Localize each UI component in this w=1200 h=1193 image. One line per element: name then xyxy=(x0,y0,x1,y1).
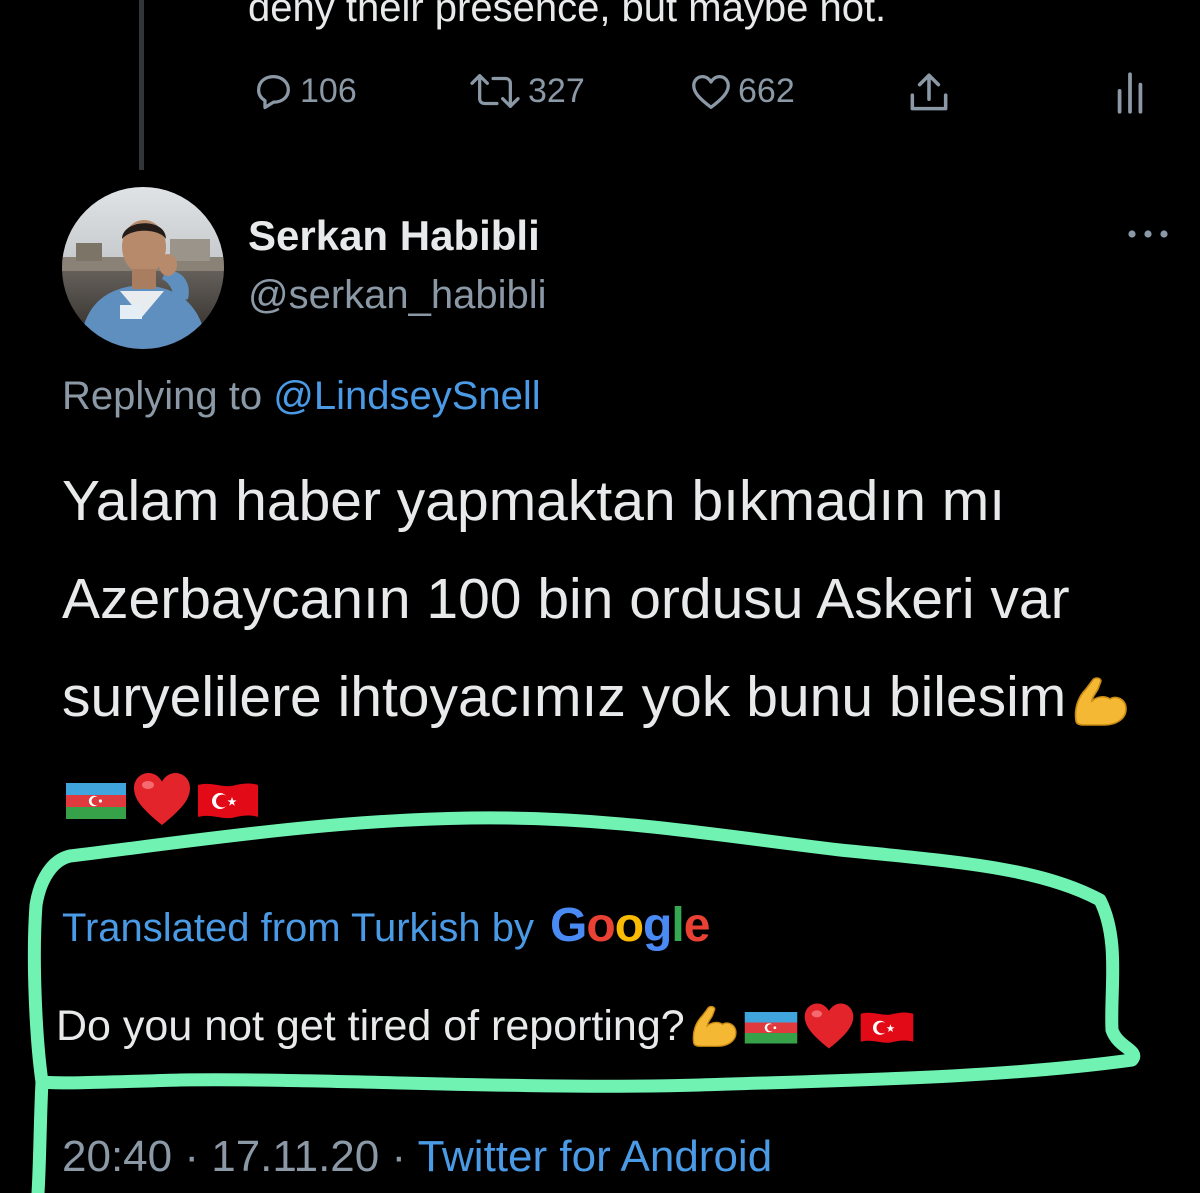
retweet-button[interactable]: 327 xyxy=(466,68,585,114)
share-button[interactable] xyxy=(904,68,954,118)
translated-text-body: Do you not get tired of reporting? xyxy=(56,1001,685,1050)
like-count: 662 xyxy=(738,71,795,110)
red-heart-emoji xyxy=(801,1000,857,1052)
like-icon xyxy=(688,68,734,114)
flexed-biceps-emoji xyxy=(687,1002,741,1050)
like-button[interactable]: 662 xyxy=(688,68,795,114)
red-heart-emoji xyxy=(130,769,194,829)
meta-separator: · xyxy=(391,1132,407,1181)
avatar[interactable] xyxy=(62,187,224,349)
tweet-body-text: Yalam haber yapmaktan bıkmadın mı Azerba… xyxy=(62,469,1070,729)
reply-icon xyxy=(250,68,296,114)
google-logo[interactable]: Google xyxy=(550,898,710,953)
meta-separator: · xyxy=(184,1132,199,1181)
analytics-icon xyxy=(1112,68,1148,118)
profile-photo-icon xyxy=(62,187,224,349)
more-icon xyxy=(1126,227,1170,245)
tweet-date: 17.11.20 xyxy=(211,1132,380,1181)
retweet-count: 327 xyxy=(528,71,585,110)
tweet-metadata: 20:40 · 17.11.20 · Twitter for Android xyxy=(62,1132,772,1182)
turkey-flag-emoji xyxy=(859,1005,915,1047)
translated-text: Do you not get tired of reporting? xyxy=(56,1000,915,1052)
share-icon xyxy=(904,68,954,118)
thread-connector-line xyxy=(139,0,144,170)
replying-to-label: Replying to xyxy=(62,374,274,418)
reply-button[interactable]: 106 xyxy=(250,68,357,114)
tweet-time: 20:40 xyxy=(62,1132,173,1181)
analytics-button[interactable] xyxy=(1112,68,1148,118)
retweet-icon xyxy=(466,68,524,114)
reply-count: 106 xyxy=(300,71,357,110)
tweet-text: Yalam haber yapmaktan bıkmadın mı Azerba… xyxy=(62,452,1172,844)
turkey-flag-emoji xyxy=(196,775,260,823)
flexed-biceps-emoji xyxy=(1068,673,1132,729)
azerbaijan-flag-emoji xyxy=(64,775,128,823)
tweet-source-link[interactable]: Twitter for Android xyxy=(418,1132,773,1181)
replying-to-mention[interactable]: @LindseySnell xyxy=(273,374,540,418)
translation-label: Translated from Turkish by xyxy=(62,906,535,950)
previous-tweet-actions: 106 327 662 xyxy=(248,68,1168,118)
more-options-button[interactable] xyxy=(1120,222,1176,250)
author-display-name[interactable]: Serkan Habibli xyxy=(248,212,540,260)
translation-attribution: Translated from Turkish by Google xyxy=(62,898,710,953)
author-handle[interactable]: @serkan_habibli xyxy=(248,273,547,318)
replying-to-line: Replying to @LindseySnell xyxy=(62,374,541,419)
azerbaijan-flag-emoji xyxy=(743,1005,799,1047)
previous-tweet-text: deny their presence, but maybe not. xyxy=(248,0,887,30)
